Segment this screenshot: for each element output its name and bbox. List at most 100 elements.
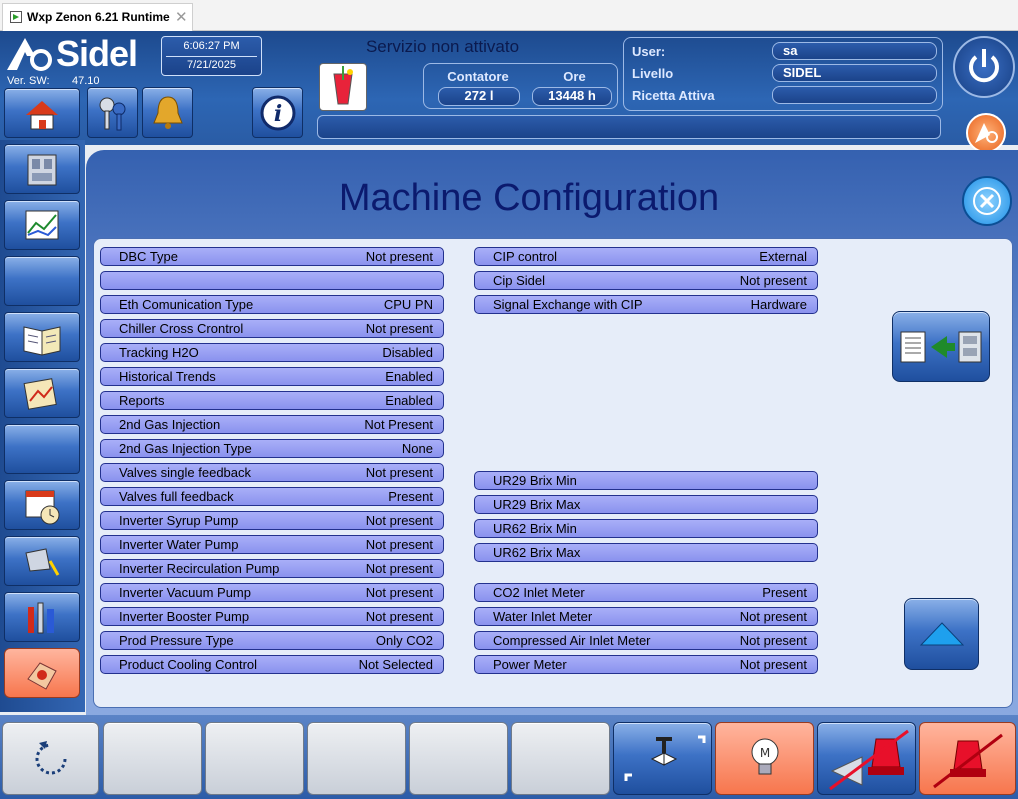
function-button-4[interactable]	[307, 722, 406, 795]
config-value: Not Selected	[358, 657, 433, 672]
config-row: Inverter Syrup Pump Not present	[100, 511, 444, 530]
sidebar-button-10[interactable]	[4, 592, 80, 642]
recipe-label: Ricetta Attiva	[632, 88, 715, 103]
config-value: External	[759, 249, 807, 264]
trend-chart-icon	[25, 210, 59, 240]
power-button[interactable]	[953, 36, 1015, 98]
siren-reset-button[interactable]	[919, 722, 1016, 795]
config-label: Valves full feedback	[119, 489, 234, 504]
window-tab[interactable]: Wxp Zenon 6.21 Runtime ✕	[2, 3, 193, 31]
config-label: Reports	[119, 393, 165, 408]
config-label: 2nd Gas Injection Type	[119, 441, 252, 456]
config-row: Water Inlet Meter Not present	[474, 607, 818, 626]
horn-silence-button[interactable]	[817, 722, 916, 795]
config-label: Product Cooling Control	[119, 657, 258, 672]
config-label: UR29 Brix Max	[493, 497, 581, 512]
config-value: Only CO2	[375, 633, 433, 648]
config-label: Tracking H2O	[119, 345, 199, 360]
config-row: Cip Sidel Not present	[474, 271, 818, 290]
config-value: Not present	[365, 561, 433, 576]
sidebar-button-7[interactable]	[4, 424, 80, 474]
refresh-button[interactable]	[2, 722, 99, 795]
level-value: SIDEL	[772, 64, 937, 82]
config-row: Tracking H2O Disabled	[100, 343, 444, 362]
config-value: Not present	[739, 609, 807, 624]
product-indicator	[319, 63, 367, 111]
sidebar-button-11[interactable]	[4, 648, 80, 698]
tools-icon	[28, 602, 54, 634]
sidebar-button-1[interactable]	[4, 88, 80, 138]
config-value: Not present	[739, 633, 807, 648]
config-value: Enabled	[385, 369, 433, 384]
config-row: Inverter Vacuum Pump Not present	[100, 583, 444, 602]
siren-off-icon	[932, 733, 1003, 788]
export-config-button[interactable]	[892, 311, 990, 382]
config-row: Power Meter Not present	[474, 655, 818, 674]
config-row: 2nd Gas Injection Type None	[100, 439, 444, 458]
sidebar-button-3[interactable]	[4, 200, 80, 250]
config-row: Valves full feedback Present	[100, 487, 444, 506]
lamp-icon	[25, 548, 60, 576]
function-button-2[interactable]	[103, 722, 202, 795]
valve-icon	[624, 735, 705, 781]
config-row: UR62 Brix Max	[474, 543, 818, 562]
config-label: Power Meter	[493, 657, 567, 672]
config-label: Historical Trends	[119, 369, 216, 384]
config-value: Not Present	[364, 417, 433, 432]
sidebar-button-9[interactable]	[4, 536, 80, 586]
config-label: UR62 Brix Min	[493, 521, 577, 536]
sidebar-button-2[interactable]	[4, 144, 80, 194]
close-page-button[interactable]	[962, 176, 1012, 226]
config-label: Valves single feedback	[119, 465, 252, 480]
sidel-home-button[interactable]	[966, 113, 1006, 153]
config-value: None	[401, 441, 433, 456]
function-button-3[interactable]	[205, 722, 304, 795]
config-label: Inverter Booster Pump	[119, 609, 250, 624]
config-row: Product Cooling Control Not Selected	[100, 655, 444, 674]
config-label: Cip Sidel	[493, 273, 546, 288]
valve-manual-button[interactable]	[613, 722, 712, 795]
svg-text:M: M	[759, 746, 769, 760]
scroll-up-button[interactable]	[904, 598, 979, 670]
function-button-5[interactable]	[409, 722, 508, 795]
user-value: sa	[772, 42, 937, 60]
config-row: 2nd Gas Injection Not Present	[100, 415, 444, 434]
config-row: Inverter Booster Pump Not present	[100, 607, 444, 626]
info-icon: i	[260, 95, 295, 130]
siren-horn-off-icon	[828, 729, 909, 790]
sidebar-button-5[interactable]	[4, 312, 80, 362]
config-value: Enabled	[385, 393, 433, 408]
close-icon[interactable]: ✕	[175, 8, 188, 26]
machine-icon	[27, 154, 57, 186]
clock-time: 6:06:27 PM	[183, 40, 240, 52]
info-button[interactable]: i	[252, 87, 303, 138]
brand-name: Sidel	[56, 33, 138, 74]
config-label: CIP control	[493, 249, 558, 264]
config-row: UR29 Brix Min	[474, 471, 818, 490]
login-keys-button[interactable]	[87, 87, 138, 138]
alarm-bell-button[interactable]	[142, 87, 193, 138]
window-title: Wxp Zenon 6.21 Runtime	[27, 10, 170, 24]
config-row: UR62 Brix Min	[474, 519, 818, 538]
keys-icon	[99, 97, 125, 130]
config-value: Not present	[365, 609, 433, 624]
config-row: Historical Trends Enabled	[100, 367, 444, 386]
user-label: User:	[632, 44, 666, 59]
config-value: Present	[388, 489, 433, 504]
sidebar-button-6[interactable]	[4, 368, 80, 418]
config-value: Present	[762, 585, 807, 600]
sidebar-button-4[interactable]	[4, 256, 80, 306]
config-label: UR62 Brix Max	[493, 545, 581, 560]
config-value: Not present	[365, 513, 433, 528]
config-label: Eth Comunication Type	[119, 297, 254, 312]
config-row: Signal Exchange with CIP Hardware	[474, 295, 818, 314]
service-status: Servizio non attivato	[365, 37, 520, 56]
counter-value: 272 l	[438, 87, 520, 106]
config-row: Prod Pressure Type Only CO2	[100, 631, 444, 650]
lamp-test-button[interactable]: M	[715, 722, 814, 795]
config-label: Prod Pressure Type	[119, 633, 234, 648]
sidebar-button-8[interactable]	[4, 480, 80, 530]
version-value: 47.10	[72, 75, 100, 87]
function-button-6[interactable]	[511, 722, 610, 795]
config-value: Not present	[365, 321, 433, 336]
